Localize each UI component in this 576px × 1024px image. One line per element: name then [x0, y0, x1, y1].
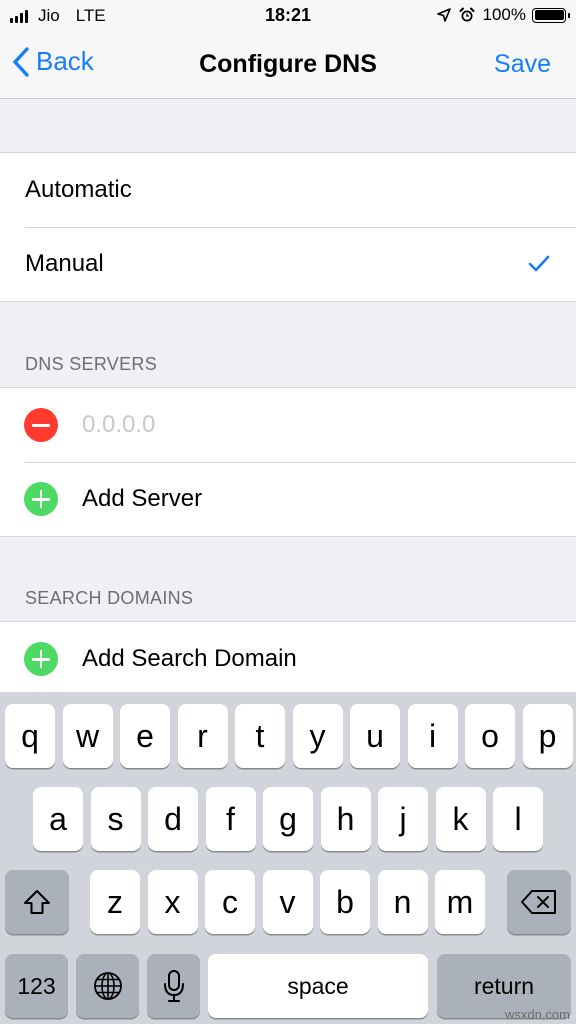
watermark: wsxdn.com — [504, 1007, 570, 1022]
add-search-domain-row[interactable]: Add Search Domain — [0, 622, 576, 696]
key-w[interactable]: w — [62, 704, 113, 768]
microphone-icon — [163, 970, 184, 1002]
key-b[interactable]: b — [320, 870, 370, 934]
key-c[interactable]: c — [205, 870, 255, 934]
globe-icon — [93, 972, 122, 1000]
dns-server-input[interactable]: 0.0.0.0 — [82, 411, 155, 439]
battery-percent: 100% — [482, 5, 526, 24]
key-s[interactable]: s — [90, 787, 141, 851]
key-t[interactable]: t — [235, 704, 285, 768]
key-u[interactable]: u — [350, 704, 400, 768]
option-label: Automatic — [25, 176, 132, 203]
add-icon — [24, 482, 58, 516]
key-f[interactable]: f — [205, 787, 256, 851]
status-bar: Jio LTE 18:21 100% — [0, 0, 576, 32]
key-z[interactable]: z — [90, 870, 140, 934]
save-button[interactable]: Save — [494, 50, 551, 79]
shift-key[interactable] — [5, 870, 69, 934]
page-title: Configure DNS — [199, 50, 377, 78]
dns-servers-group: 0.0.0.0 Add Server — [0, 387, 576, 537]
add-server-row[interactable]: Add Server — [0, 462, 576, 536]
dns-servers-header: DNS SERVERS — [25, 354, 158, 374]
key-r[interactable]: r — [177, 704, 228, 768]
key-y[interactable]: y — [292, 704, 343, 768]
key-e[interactable]: e — [120, 704, 170, 768]
key-i[interactable]: i — [407, 704, 458, 768]
backspace-icon — [521, 890, 556, 914]
key-d[interactable]: d — [148, 787, 198, 851]
add-server-label: Add Server — [82, 485, 203, 512]
numbers-key[interactable]: 123 — [5, 954, 68, 1018]
search-domains-group: Add Search Domain — [0, 621, 576, 696]
option-label: Manual — [25, 250, 104, 277]
keyboard: 123 space return wsxdn.com qwertyuiopasd… — [0, 692, 576, 1024]
key-n[interactable]: n — [377, 870, 428, 934]
key-h[interactable]: h — [320, 787, 371, 851]
status-right: 100% — [436, 5, 570, 25]
microphone-key[interactable] — [147, 954, 200, 1018]
location-icon — [436, 8, 451, 22]
option-automatic[interactable]: Automatic — [0, 153, 576, 227]
dns-server-row: 0.0.0.0 — [0, 388, 576, 462]
key-k[interactable]: k — [435, 787, 486, 851]
backspace-key[interactable] — [507, 870, 571, 934]
shift-icon — [24, 890, 50, 914]
battery-icon — [532, 7, 570, 23]
dns-mode-group: Automatic Manual — [0, 152, 576, 302]
alarm-icon — [459, 7, 475, 22]
key-p[interactable]: p — [522, 704, 573, 768]
key-l[interactable]: l — [493, 787, 543, 851]
key-o[interactable]: o — [465, 704, 515, 768]
key-j[interactable]: j — [378, 787, 428, 851]
key-v[interactable]: v — [262, 870, 313, 934]
search-domains-header: SEARCH DOMAINS — [25, 588, 194, 608]
key-m[interactable]: m — [435, 870, 485, 934]
key-a[interactable]: a — [33, 787, 83, 851]
key-x[interactable]: x — [147, 870, 198, 934]
key-q[interactable]: q — [5, 704, 55, 768]
space-key[interactable]: space — [208, 954, 428, 1018]
add-search-domain-label: Add Search Domain — [82, 645, 297, 672]
option-manual[interactable]: Manual — [0, 227, 576, 301]
delete-icon[interactable] — [24, 408, 58, 442]
key-g[interactable]: g — [263, 787, 313, 851]
navigation-bar: Back Configure DNS Save — [0, 32, 576, 99]
checkmark-icon — [528, 255, 550, 272]
globe-key[interactable] — [76, 954, 139, 1018]
add-icon — [24, 642, 58, 676]
